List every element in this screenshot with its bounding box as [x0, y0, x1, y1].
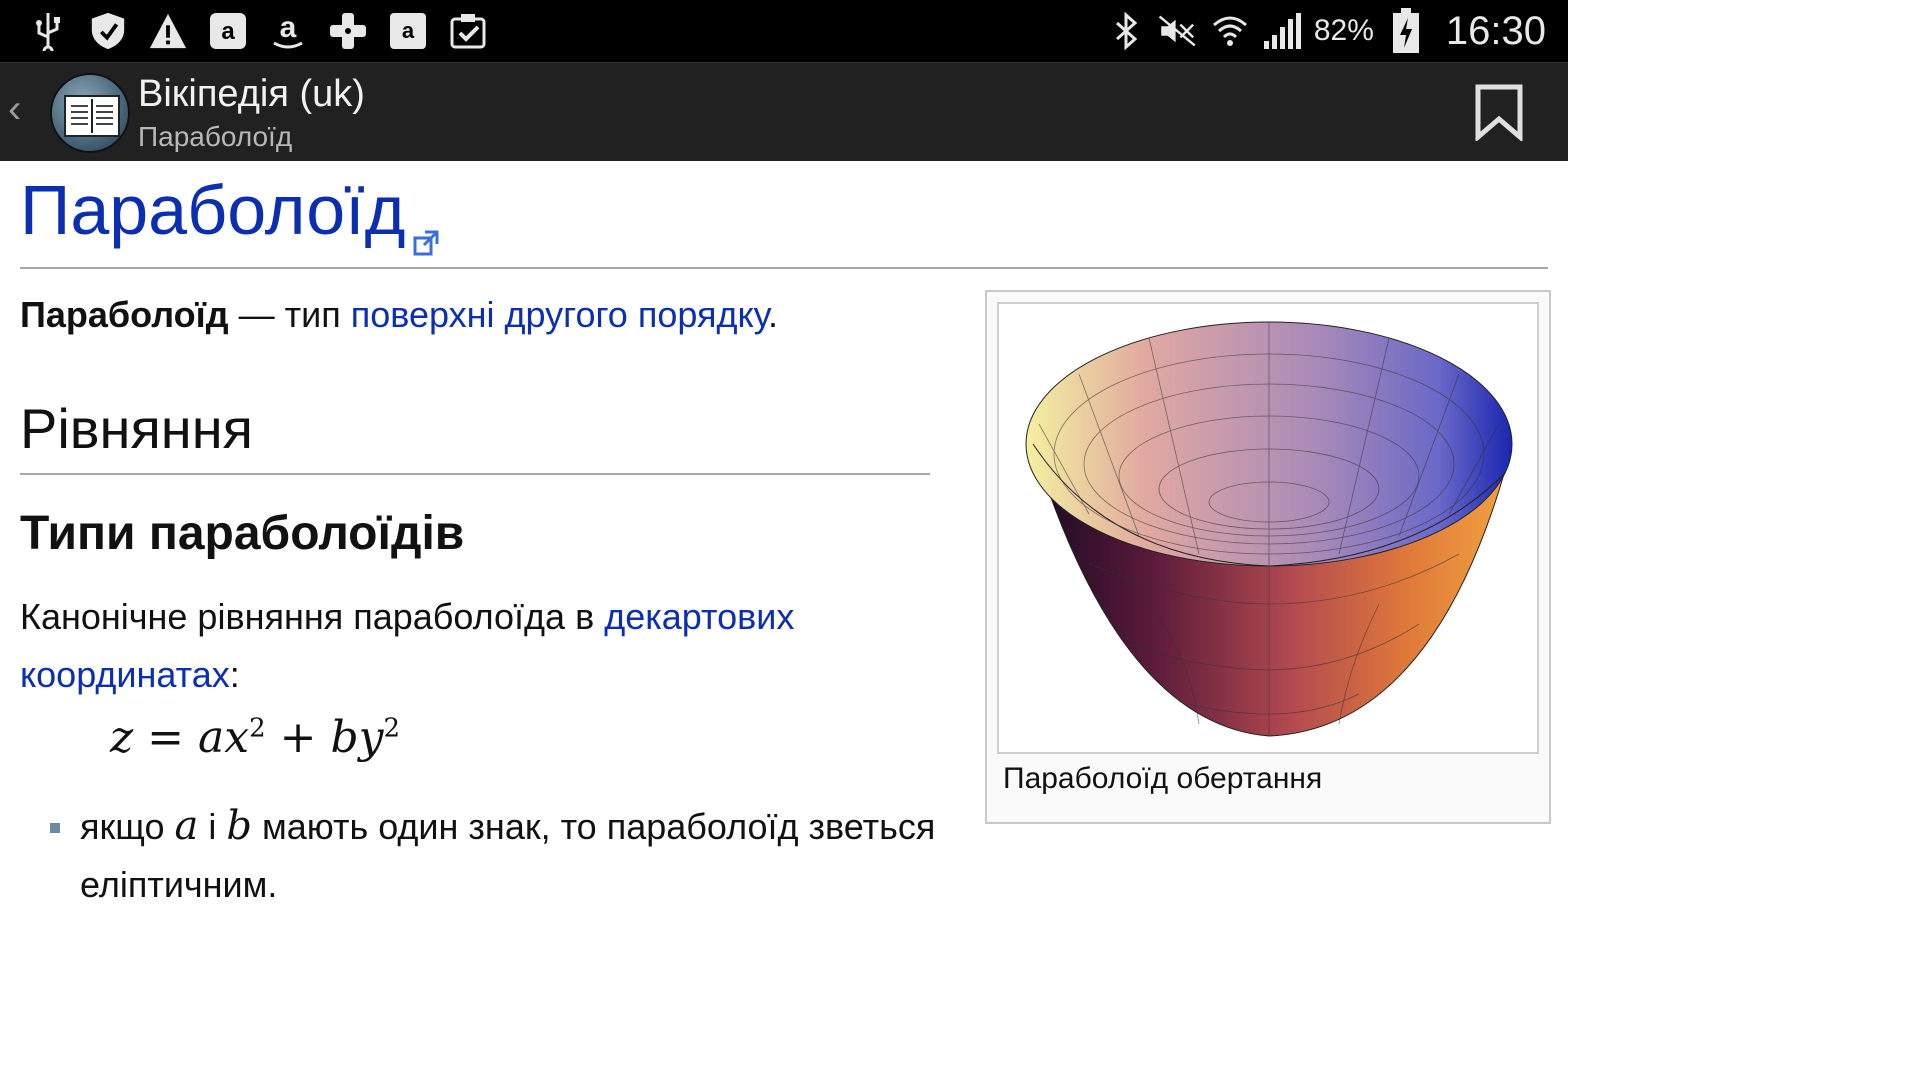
bluetooth-icon [1106, 11, 1146, 51]
page-title-text: Параболоїд [20, 171, 406, 249]
bookmark-icon[interactable] [1474, 83, 1524, 146]
mute-icon [1158, 11, 1198, 51]
page-title: Параболоїд [20, 170, 439, 272]
formula-z: z [110, 712, 134, 763]
warning-icon [148, 11, 188, 51]
figure-caption: Параболоїд обертання [1003, 762, 1323, 795]
formula: z = ax2 + by2 [110, 712, 400, 763]
svg-text:a: a [280, 11, 297, 44]
battery-charging-icon [1386, 8, 1426, 53]
article-content: Параболоїд Параболоїд — тип поверхні дру… [0, 160, 1568, 905]
lead-end: . [768, 294, 779, 335]
notification-icons: a a a [28, 8, 488, 54]
amazon-icon: a [268, 11, 308, 51]
formula-by: by [330, 712, 384, 763]
wifi-icon [1210, 11, 1250, 51]
wikipedia-app-icon[interactable] [50, 73, 130, 153]
figure-thumbnail[interactable]: Параболоїд обертання [985, 290, 1551, 824]
formula-ax: ax [198, 712, 250, 763]
bullet-pre: якщо [80, 806, 175, 847]
book-icon [64, 95, 120, 137]
bullet-text: якщо a і b мають один знак, то параболої… [80, 797, 940, 914]
app-subtitle: Параболоїд [138, 121, 293, 152]
para-text: Канонічне рівняння параболоїда в [20, 596, 605, 637]
subsection-heading: Типи параболоїдів [20, 507, 465, 560]
amazon-app-icon: a [208, 11, 248, 51]
status-bar: a a a 82% 16:30 [0, 0, 1568, 62]
external-link-icon[interactable] [413, 192, 439, 272]
signal-icon [1262, 11, 1302, 51]
title-divider [20, 267, 1548, 269]
section-heading: Рівняння [20, 397, 253, 460]
para-end: : [229, 654, 240, 695]
equation-paragraph: Канонічне рівняння параболоїда в декарто… [20, 588, 920, 704]
bullet-marker [50, 823, 60, 833]
section-divider [20, 473, 930, 475]
lead-bold-term: Параболоїд [20, 294, 229, 335]
formula-exp1: 2 [249, 713, 266, 744]
bullet-var-b: b [226, 803, 252, 849]
clipboard-check-icon [448, 11, 488, 51]
app-bar: ‹ Вікіпедія (uk) Параболоїд [0, 62, 1568, 161]
svg-text:a: a [402, 18, 415, 43]
surface-link[interactable]: поверхні другого порядку [351, 294, 768, 335]
lead-separator: — тип [228, 294, 351, 335]
svg-text:a: a [221, 18, 235, 45]
bullet-mid: і [198, 806, 227, 847]
system-icons: 82% 16:30 [1106, 0, 1546, 62]
back-chevron-icon[interactable]: ‹ [8, 87, 21, 132]
formula-eq: = [133, 712, 199, 763]
formula-exp2: 2 [383, 713, 401, 744]
usb-icon [28, 11, 68, 51]
shield-icon [88, 11, 128, 51]
app-title: Вікіпедія (uk) [138, 73, 365, 115]
clock: 16:30 [1445, 8, 1546, 53]
bullet-var-a: a [174, 803, 199, 849]
amazon-store-icon: a [388, 11, 428, 51]
paraboloid-image[interactable] [997, 302, 1539, 754]
formula-plus: + [265, 712, 331, 763]
game-controller-icon [328, 11, 368, 51]
lead-paragraph: Параболоїд — тип поверхні другого порядк… [20, 294, 778, 336]
battery-percent: 82% [1313, 14, 1374, 47]
